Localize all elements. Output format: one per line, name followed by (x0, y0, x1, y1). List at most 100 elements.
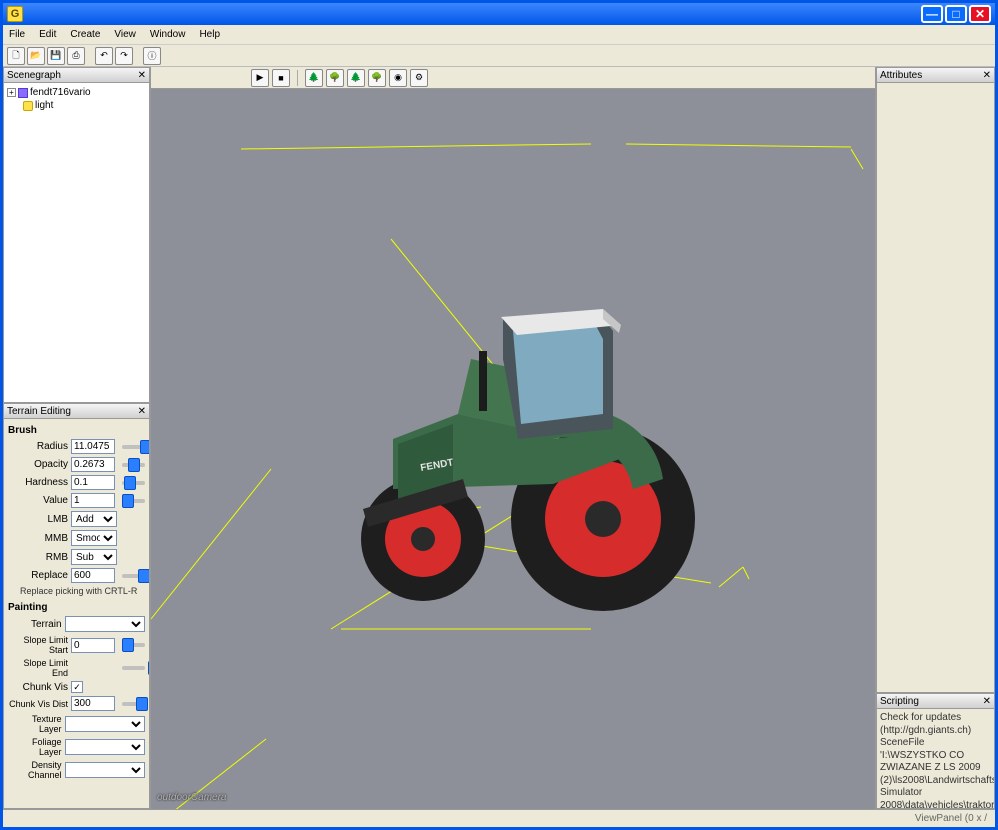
value-slider[interactable] (122, 499, 145, 503)
slope-start-input[interactable] (71, 638, 115, 653)
viewport-wrap: ▶ ■ 🌲 🌳 🌲 🌳 ◉ ⚙ (151, 67, 875, 809)
maximize-button[interactable]: □ (945, 5, 967, 23)
rmb-select[interactable]: Sub (71, 549, 117, 565)
slider-thumb[interactable] (128, 458, 140, 472)
slider-thumb[interactable] (136, 697, 148, 711)
tree2-icon[interactable]: 🌳 (326, 69, 344, 87)
radius-row: Radius (8, 439, 145, 454)
tree-item-label: light (35, 100, 53, 111)
scenegraph-title: Scenegraph (7, 70, 61, 81)
texture-layer-row: Texture Layer (8, 714, 145, 734)
slider-thumb[interactable] (138, 569, 150, 583)
menu-create[interactable]: Create (70, 29, 100, 40)
save-icon[interactable]: 💾 (47, 47, 65, 65)
menu-view[interactable]: View (114, 29, 136, 40)
chunkvis-checkbox[interactable]: ✓ (71, 681, 83, 693)
replace-slider[interactable] (122, 574, 145, 578)
app-icon: G (7, 6, 23, 22)
close-icon[interactable]: ✕ (138, 70, 146, 81)
mmb-label: MMB (8, 533, 68, 544)
density-channel-select[interactable] (65, 762, 145, 778)
value-row: Value (8, 493, 145, 508)
chunkvis-dist-slider[interactable] (122, 702, 145, 706)
replace-input[interactable] (71, 568, 115, 583)
stop-icon[interactable]: ■ (272, 69, 290, 87)
redo-icon[interactable]: ↷ (115, 47, 133, 65)
texture-layer-label: Texture Layer (8, 714, 62, 734)
menu-help[interactable]: Help (199, 29, 220, 40)
menu-window[interactable]: Window (150, 29, 186, 40)
help-icon[interactable]: ⓘ (143, 47, 161, 65)
texture-layer-select[interactable] (65, 716, 145, 732)
slider-thumb[interactable] (122, 638, 134, 652)
expand-icon[interactable]: + (7, 88, 16, 97)
scenegraph-panel[interactable]: + fendt716vario light (3, 83, 150, 403)
close-icon[interactable]: ✕ (983, 70, 991, 81)
toolbar: 🗋 📂 💾 ⎙ ↶ ↷ ⓘ (3, 45, 995, 67)
terrain-select[interactable] (65, 616, 145, 632)
scenegraph-header[interactable]: Scenegraph ✕ (3, 67, 150, 83)
menu-edit[interactable]: Edit (39, 29, 56, 40)
lmb-select[interactable]: Add (71, 511, 117, 527)
lmb-label: LMB (8, 514, 68, 525)
terrain-panel: Brush Radius Opacity Hardness (3, 419, 150, 809)
minimize-button[interactable]: ― (921, 5, 943, 23)
value-label: Value (8, 495, 68, 506)
slider-thumb[interactable] (140, 440, 150, 454)
mmb-select[interactable]: Smooth (71, 530, 117, 546)
slope-end-slider[interactable] (122, 666, 145, 670)
slope-end-row: Slope Limit End (8, 658, 145, 678)
view-icon[interactable]: ◉ (389, 69, 407, 87)
chunkvis-dist-input[interactable] (71, 696, 115, 711)
chunkvis-label: Chunk Vis (8, 682, 68, 693)
open-icon[interactable]: 📂 (27, 47, 45, 65)
camera-label: outdoorCamera (157, 792, 226, 803)
scripting-panel[interactable]: Check for updates (http://gdn.giants.ch)… (876, 709, 995, 809)
scripting-header[interactable]: Scripting ✕ (876, 693, 995, 709)
hardness-row: Hardness (8, 475, 145, 490)
scripting-title: Scripting (880, 696, 919, 707)
hardness-slider[interactable] (122, 481, 145, 485)
gear-icon[interactable]: ⚙ (410, 69, 428, 87)
foliage-layer-row: Foliage Layer (8, 737, 145, 757)
close-button[interactable]: ✕ (969, 5, 991, 23)
hardness-input[interactable] (71, 475, 115, 490)
terrain-title: Terrain Editing (7, 406, 71, 417)
hardness-label: Hardness (8, 477, 68, 488)
undo-icon[interactable]: ↶ (95, 47, 113, 65)
slider-thumb[interactable] (122, 494, 134, 508)
close-icon[interactable]: ✕ (138, 406, 146, 417)
radius-slider[interactable] (122, 445, 145, 449)
play-icon[interactable]: ▶ (251, 69, 269, 87)
cube-icon (18, 88, 28, 98)
tree4-icon[interactable]: 🌳 (368, 69, 386, 87)
chunkvis-dist-label: Chunk Vis Dist (8, 699, 68, 709)
radius-input[interactable] (71, 439, 115, 454)
slider-thumb[interactable] (148, 661, 150, 675)
new-icon[interactable]: 🗋 (7, 47, 25, 65)
menu-file[interactable]: File (9, 29, 25, 40)
mmb-row: MMB Smooth (8, 530, 145, 546)
attributes-panel[interactable] (876, 83, 995, 693)
slope-start-slider[interactable] (122, 643, 145, 647)
close-icon[interactable]: ✕ (983, 696, 991, 707)
terrain-header[interactable]: Terrain Editing ✕ (3, 403, 150, 419)
value-input[interactable] (71, 493, 115, 508)
menubar: File Edit Create View Window Help (3, 25, 995, 45)
tree1-icon[interactable]: 🌲 (305, 69, 323, 87)
opacity-input[interactable] (71, 457, 115, 472)
tractor-model[interactable]: FENDT (303, 239, 723, 659)
viewport[interactable]: FENDT outdoorCamera (151, 89, 875, 809)
tree3-icon[interactable]: 🌲 (347, 69, 365, 87)
terrain-select-label: Terrain (8, 619, 62, 630)
replace-row: Replace (8, 568, 145, 583)
opacity-slider[interactable] (122, 463, 145, 467)
attributes-header[interactable]: Attributes ✕ (876, 67, 995, 83)
slider-thumb[interactable] (124, 476, 136, 490)
tree-row[interactable]: light (7, 99, 146, 112)
saveall-icon[interactable]: ⎙ (67, 47, 85, 65)
opacity-label: Opacity (8, 459, 68, 470)
tree-row[interactable]: + fendt716vario (7, 86, 146, 99)
attributes-title: Attributes (880, 70, 922, 81)
foliage-layer-select[interactable] (65, 739, 145, 755)
